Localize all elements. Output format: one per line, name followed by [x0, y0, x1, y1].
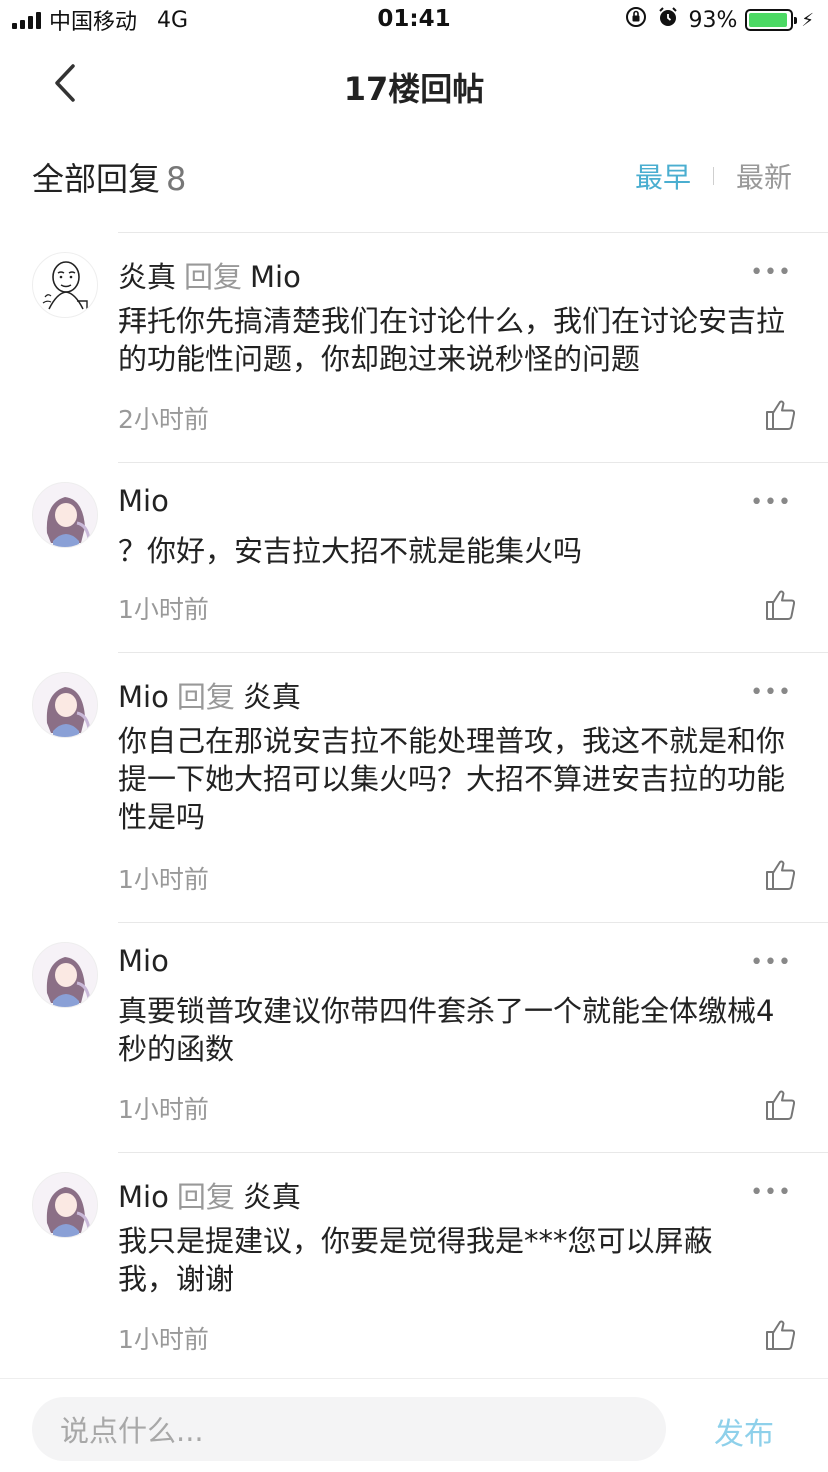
reply-word: 回复 [184, 260, 243, 294]
battery-icon [745, 9, 798, 31]
avatar[interactable] [32, 252, 98, 318]
avatar[interactable] [32, 1172, 98, 1238]
replies-title-text: 全部回复 [32, 160, 161, 198]
divider [118, 462, 828, 463]
sort-newest-button[interactable]: 最新 [736, 156, 792, 196]
comment-item: 炎真 回复 Mio ••• 拜托你先搞清楚我们在讨论什么，我们在讨论安吉拉的功能性问… [0, 232, 828, 462]
anime-girl-avatar-icon [33, 673, 97, 737]
anime-girl-avatar-icon [33, 943, 97, 1007]
bottom-bar: 说点什么... 发布 [0, 1378, 828, 1472]
comment-text: 真要锁普攻建议你带四件套杀了一个就能全体缴械4秒的函数 [118, 994, 775, 1066]
sort-earliest-button[interactable]: 最早 [635, 156, 691, 196]
comment-author[interactable]: Mio [118, 1180, 169, 1214]
comment-item: Mio ••• 真要锁普攻建议你带四件套杀了一个就能全体缴械4秒的函数 1小时前 [0, 922, 828, 1152]
comment-header: 炎真 回复 Mio [118, 254, 301, 296]
sort-divider [712, 167, 714, 185]
comment-time: 1小时前 [118, 865, 209, 894]
thumbs-up-icon [766, 1320, 796, 1350]
avatar[interactable] [32, 942, 98, 1008]
replies-title: 全部回复 8 [32, 154, 186, 200]
more-options-icon[interactable]: ••• [750, 260, 792, 285]
thumbs-up-icon [766, 1090, 796, 1120]
rotation-lock-icon [624, 5, 648, 35]
nav-bar: 17楼回帖 [0, 40, 828, 130]
comment-time: 1小时前 [118, 595, 209, 624]
more-options-icon[interactable]: ••• [750, 950, 792, 975]
comment-text: 你自己在那说安吉拉不能处理普攻，我这不就是和你提一下她大招可以集火吗？大招不算进… [118, 724, 786, 834]
reply-word: 回复 [176, 1180, 235, 1214]
comment-header: Mio 回复 炎真 [118, 674, 301, 716]
thumbs-up-icon [766, 400, 796, 430]
like-button[interactable] [764, 588, 798, 622]
divider [118, 652, 828, 653]
avatar[interactable] [32, 482, 98, 548]
alarm-icon [656, 5, 680, 35]
reply-target[interactable]: Mio [250, 260, 301, 294]
thumbs-up-icon [766, 860, 796, 890]
comment-text: 我只是提建议，你要是觉得我是***您可以屏蔽我，谢谢 [118, 1224, 713, 1296]
comment-author[interactable]: Mio [118, 484, 169, 518]
divider [118, 1152, 828, 1153]
comment-time: 1小时前 [118, 1095, 209, 1124]
divider [118, 922, 828, 923]
publish-button[interactable]: 发布 [714, 1409, 774, 1453]
comment-time: 1小时前 [118, 1325, 209, 1354]
more-options-icon[interactable]: ••• [750, 1180, 792, 1205]
like-button[interactable] [764, 398, 798, 432]
anime-girl-avatar-icon [33, 483, 97, 547]
comment-time: 2小时前 [118, 405, 209, 434]
comment-author[interactable]: Mio [118, 680, 169, 714]
replies-count: 8 [166, 160, 187, 198]
like-button[interactable] [764, 1318, 798, 1352]
sort-toggle: 最早 最新 [635, 156, 792, 196]
comment-author[interactable]: Mio [118, 944, 169, 978]
comment-text: 拜托你先搞清楚我们在讨论什么，我们在讨论安吉拉的功能性问题，你却跑过来说秒怪的问… [118, 304, 786, 376]
comment-author[interactable]: 炎真 [118, 260, 176, 294]
comment-input[interactable]: 说点什么... [32, 1397, 666, 1461]
comment-item: Mio 回复 炎真 ••• 你自己在那说安吉拉不能处理普攻，我这不就是和你提一下她大… [0, 652, 828, 922]
divider [118, 232, 828, 233]
comment-header: Mio [118, 944, 169, 978]
reply-target[interactable]: 炎真 [243, 1180, 301, 1214]
comment-text: ？你好，安吉拉大招不就是能集火吗 [118, 534, 583, 568]
comment-header: Mio [118, 484, 169, 518]
meme-face-avatar-icon [42, 261, 88, 310]
comment-item: Mio ••• ？你好，安吉拉大招不就是能集火吗 1小时前 [0, 462, 828, 652]
avatar[interactable] [32, 672, 98, 738]
reply-word: 回复 [176, 680, 235, 714]
replies-header: 全部回复 8 最早 最新 [32, 150, 796, 198]
battery-percent: 93% [688, 7, 738, 33]
comment-item: Mio 回复 炎真 ••• 我只是提建议，你要是觉得我是***您可以屏蔽我，谢谢 1… [0, 1152, 828, 1382]
charging-icon: ⚡ [801, 9, 814, 31]
more-options-icon[interactable]: ••• [750, 680, 792, 705]
thumbs-up-icon [766, 590, 796, 620]
like-button[interactable] [764, 1088, 798, 1122]
more-options-icon[interactable]: ••• [750, 490, 792, 515]
comment-list: 炎真 回复 Mio ••• 拜托你先搞清楚我们在讨论什么，我们在讨论安吉拉的功能性问… [0, 232, 828, 1382]
reply-target[interactable]: 炎真 [243, 680, 301, 714]
status-right: 93% ⚡ [624, 6, 814, 34]
page-title: 17楼回帖 [343, 70, 485, 108]
anime-girl-avatar-icon [33, 1173, 97, 1237]
comment-header: Mio 回复 炎真 [118, 1174, 301, 1216]
like-button[interactable] [764, 858, 798, 892]
status-bar: 中国移动 4G 01:41 93% ⚡ [0, 0, 828, 40]
